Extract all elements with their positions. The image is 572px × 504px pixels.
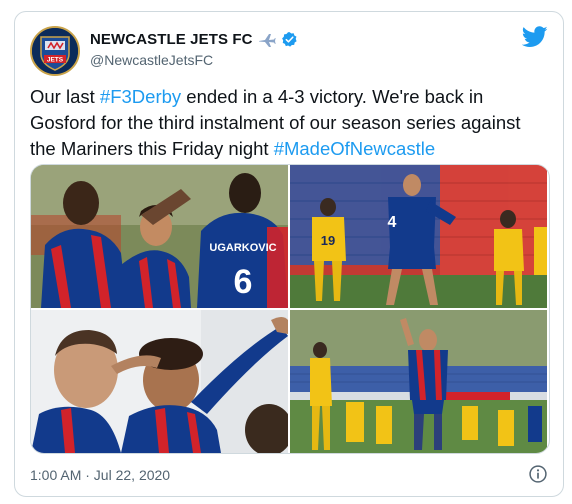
photo-goal-celebration[interactable]: 19 4 — [290, 165, 547, 308]
photo-fist-pump[interactable] — [290, 310, 547, 453]
verified-badge-icon — [281, 31, 298, 48]
airplane-icon — [258, 32, 276, 48]
photo-celebration[interactable]: UGARKOVIC 6 — [31, 165, 288, 308]
twitter-bird-icon[interactable] — [521, 26, 548, 48]
info-icon[interactable] — [528, 464, 548, 484]
tweet-timestamp[interactable]: 1:00 AM · Jul 22, 2020 — [30, 467, 170, 483]
avatar-text: JETS — [47, 57, 64, 64]
jersey-number: 6 — [234, 263, 253, 301]
author-name-row[interactable]: NEWCASTLE JETS FC — [90, 31, 298, 48]
jets-crest-logo: JETS — [32, 28, 78, 74]
hashtag-link-f3derby[interactable]: #F3Derby — [100, 86, 181, 107]
media-grid: UGARKOVIC 6 19 4 — [30, 164, 550, 454]
tweet-card[interactable]: JETS NEWCASTLE JETS FC @NewcastleJetsFC … — [14, 11, 564, 497]
tweet-text: Our last #F3Derby ended in a 4-3 victory… — [30, 84, 550, 162]
hashtag-link-madeofnewcastle[interactable]: #MadeOfNewcastle — [274, 138, 435, 159]
display-name[interactable]: NEWCASTLE JETS FC — [90, 31, 253, 48]
avatar[interactable]: JETS — [30, 26, 80, 76]
photo-players-embrace[interactable] — [31, 310, 288, 453]
tweet-text-segment: Our last — [30, 86, 100, 107]
jersey-name: UGARKOVIC — [209, 242, 276, 254]
jersey-number: 4 — [388, 214, 397, 231]
opponent-jersey-number: 19 — [321, 233, 335, 248]
author-handle[interactable]: @NewcastleJetsFC — [90, 52, 213, 68]
